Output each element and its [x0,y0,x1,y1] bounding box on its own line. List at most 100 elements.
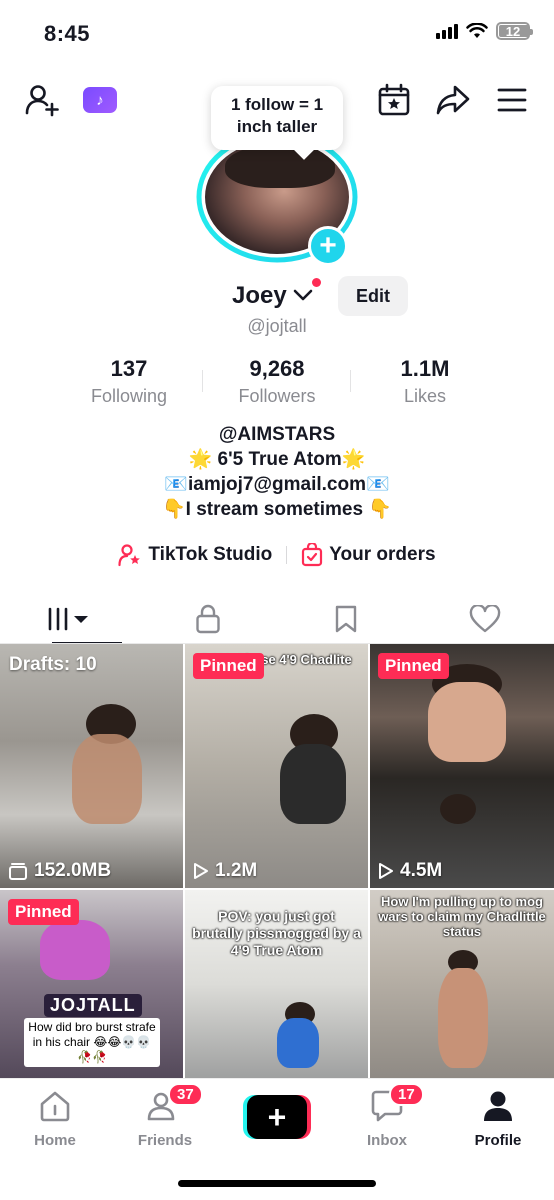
status-icons: 12 [436,22,533,40]
battery-level: 12 [505,23,521,39]
orders-label: Your orders [329,544,436,565]
video-tile[interactable]: Pinned 4.5M [370,644,554,888]
stat-label: Following [90,386,168,406]
stat-label: Likes [403,386,447,406]
nav-profile[interactable]: Profile [453,1089,543,1149]
stat-followers[interactable]: 9,268 Followers [203,356,351,410]
pinned-badge: Pinned [8,899,79,925]
edit-profile-button[interactable]: Edit [338,276,408,316]
create-button[interactable]: + [243,1095,311,1139]
video-views: 4.5M [378,860,442,882]
video-views: 1.2M [193,860,257,882]
friends-badge: 37 [168,1083,203,1106]
content-tabs [0,594,554,644]
stat-following[interactable]: 137 Following [55,356,203,410]
profile-handle: @jojtall [247,316,307,336]
channel-overlay: JOJTALL [44,994,142,1017]
views-count: 4.5M [400,860,443,881]
notification-dot [312,278,321,287]
pinned-badge: Pinned [193,653,264,679]
stat-value: 1.1M [400,356,450,381]
video-caption: POV: you just got brutally pissmogged by… [192,908,361,958]
tiktok-note-icon: ♪ [83,87,117,113]
bottom-nav: Home 37 Friends + 17 Inbox Profile [0,1078,554,1160]
shopping-bag-icon [302,543,323,567]
video-tile[interactable]: Pinned JOJTALL How did bro burst strafe … [0,890,183,1078]
nav-label: Home [34,1132,76,1149]
drafts-count: Drafts: 10 [9,654,97,675]
nav-home[interactable]: Home [10,1089,100,1149]
profile-links: TikTok Studio Your orders [0,540,554,570]
video-tile[interactable]: POV: Chose 4'9 Chadlite Pinned 1.2M [185,644,368,888]
pinned-badge: Pinned [378,653,449,679]
grid-videos-icon [48,607,89,631]
video-tile[interactable]: How I'm pulling up to mog wars to claim … [370,890,554,1078]
play-icon [194,863,208,879]
tab-favorites[interactable] [277,594,416,644]
hamburger-menu-icon [497,88,527,112]
add-story-plus-icon[interactable]: + [308,226,348,266]
home-indicator [178,1180,376,1187]
name-row: Joey Edit [0,276,554,318]
profile-bio: @AIMSTARS 🌟 6'5 True Atom🌟 📧iamjoj7@gmai… [0,422,554,522]
menu-button[interactable] [490,78,534,122]
share-button[interactable] [431,78,475,122]
tiktok-studio-link[interactable]: TikTok Studio [118,543,272,567]
nav-label: Friends [137,1132,193,1149]
calendar-star-icon [378,83,410,116]
stat-label: Followers [238,386,316,406]
profile-avatar[interactable]: + [195,130,359,266]
chevron-down-icon[interactable] [293,288,313,302]
tab-liked[interactable] [416,594,554,644]
bio-line: 🌟 6'5 True Atom🌟 [188,449,366,470]
nav-inbox[interactable]: 17 Inbox [342,1083,432,1149]
nav-friends[interactable]: 37 Friends [120,1083,210,1149]
heart-icon [469,605,501,633]
tab-videos[interactable] [0,594,139,644]
profile-stats: 137 Following 9,268 Followers 1.1M Likes [55,356,499,410]
lock-icon [196,604,220,634]
drafts-tile[interactable]: Drafts: 10 152.0MB [0,644,183,888]
views-count: 1.2M [215,860,258,881]
plus-icon: + [247,1095,307,1139]
bookmark-icon [336,605,357,633]
person-star-icon [118,544,141,567]
profile-tooltip: 1 follow = 1 inch taller [211,86,343,150]
your-orders-link[interactable]: Your orders [301,543,436,567]
tooltip-line2: inch taller [236,117,318,136]
share-arrow-icon [436,85,470,115]
wifi-icon [466,23,488,38]
bio-line: 👇I stream sometimes 👇 [161,499,392,520]
nav-label: Inbox [367,1132,407,1149]
divider [286,546,288,564]
status-bar: 8:45 12 [0,0,554,70]
bio-line[interactable]: @AIMSTARS [0,422,554,447]
drafts-size: 152.0MB [8,860,111,882]
profile-name[interactable]: Joey [232,282,287,310]
stat-value: 9,268 [249,356,305,381]
tiktok-app-button[interactable]: ♪ [78,78,122,122]
stat-likes[interactable]: 1.1M Likes [351,356,499,410]
video-caption: How I'm pulling up to mog wars to claim … [378,894,546,939]
inbox-badge: 17 [389,1083,424,1106]
nav-label: Profile [474,1132,522,1149]
signal-icon [436,23,458,39]
drafts-stack-icon [9,863,27,880]
tooltip-line1: 1 follow = 1 [230,95,324,114]
calendar-button[interactable] [372,78,416,122]
home-icon [40,1091,70,1122]
bio-line: 📧iamjoj7@gmail.com📧 [164,474,390,495]
studio-label: TikTok Studio [148,544,273,565]
profile-icon [484,1091,512,1121]
add-friend-button[interactable] [20,78,64,122]
battery-icon: 12 [496,22,533,40]
add-user-icon [25,85,59,117]
stat-value: 137 [110,356,148,381]
video-grid: Drafts: 10 152.0MB POV: Chose 4'9 Chadli… [0,644,554,1078]
clock: 8:45 [44,21,91,46]
video-caption: How did bro burst strafe in his chair 😂😂… [24,1018,160,1067]
video-tile[interactable]: POV: you just got brutally pissmogged by… [185,890,368,1078]
tab-private[interactable] [139,594,278,644]
drafts-size-value: 152.0MB [34,860,112,881]
play-icon [379,863,393,879]
